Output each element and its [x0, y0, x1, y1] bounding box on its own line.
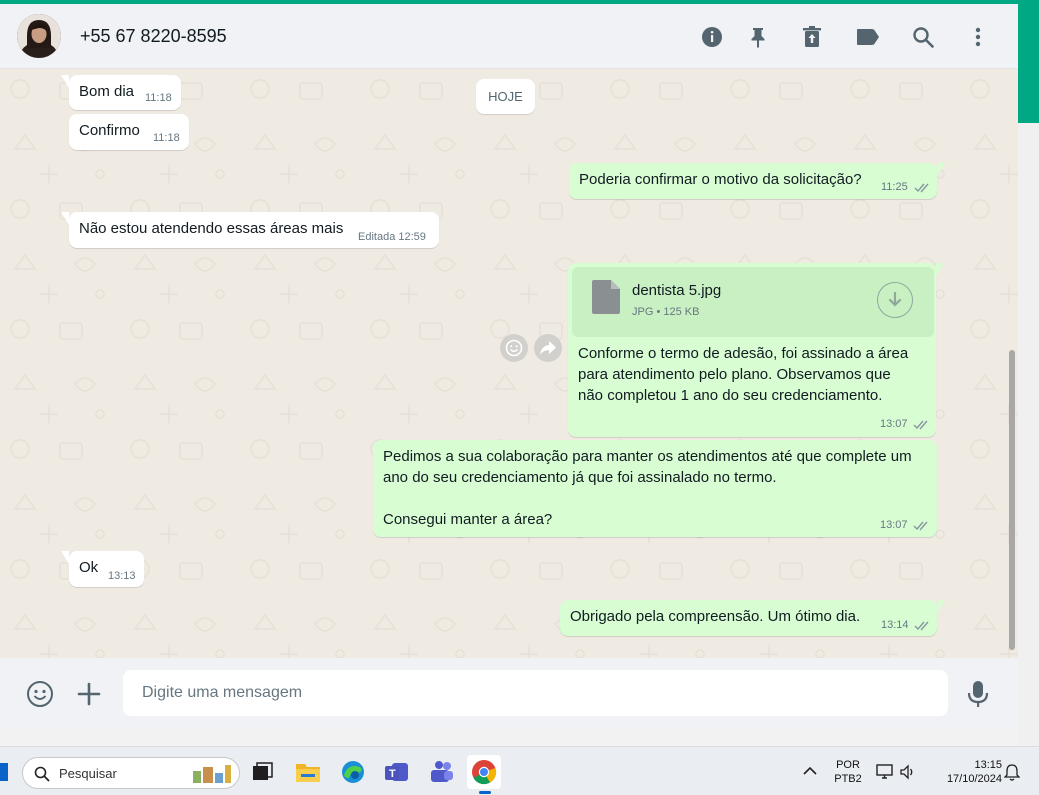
read-ticks-icon — [913, 521, 928, 531]
windows-taskbar: Pesquisar T POR PTB2 13:15 17/10/2024 — [0, 746, 1039, 795]
read-ticks-icon — [914, 621, 929, 631]
file-type: JPG — [632, 306, 654, 318]
plus-icon — [77, 682, 101, 706]
teams-classic-icon[interactable]: T — [380, 755, 414, 789]
message-time: 13:14 — [881, 619, 909, 631]
bubble-tail — [936, 263, 944, 276]
react-button[interactable] — [500, 334, 528, 362]
label-icon[interactable] — [855, 24, 881, 50]
message-time: 12:59 — [398, 231, 426, 243]
file-meta: JPG • 125 KB — [632, 306, 700, 318]
taskbar-search[interactable]: Pesquisar — [22, 757, 240, 789]
message-incoming[interactable]: Confirmo 11:18 — [69, 114, 189, 150]
bubble-tail — [61, 551, 69, 564]
message-text-line: ano do seu credenciamento já que foi ass… — [383, 469, 777, 486]
edited-label: Editada — [358, 231, 396, 243]
keyboard-layout: PTB2 — [834, 773, 862, 785]
download-icon — [888, 291, 902, 307]
message-text-line: Pedimos a sua colaboração para manter os… — [383, 448, 912, 465]
pin-icon[interactable] — [745, 24, 771, 50]
clock-time: 13:15 — [974, 759, 1002, 771]
message-time: 11:25 — [881, 181, 908, 193]
window-accent-bar — [0, 0, 1039, 4]
whatsapp-window: +55 67 8220-8595 HOJE Bom dia 11:18 Conf… — [0, 0, 1018, 728]
search-icon — [34, 766, 50, 782]
clock-date: 17/10/2024 — [946, 773, 1002, 785]
language-indicator[interactable]: POR PTB2 — [832, 758, 864, 786]
task-view-icon[interactable] — [246, 755, 280, 789]
edge-icon[interactable] — [336, 755, 370, 789]
message-text: Obrigado pela compreensão. Um ótimo dia. — [570, 608, 861, 625]
language-code: POR — [836, 759, 860, 771]
search-icon[interactable] — [910, 24, 936, 50]
chrome-icon[interactable] — [467, 755, 501, 794]
background-accent — [1018, 4, 1039, 123]
message-time: 11:18 — [153, 132, 180, 144]
search-label: Pesquisar — [59, 766, 117, 781]
attach-button[interactable] — [77, 682, 101, 711]
info-icon[interactable] — [699, 24, 725, 50]
clock[interactable]: 13:15 17/10/2024 — [930, 758, 1002, 786]
teams-icon[interactable] — [424, 755, 458, 789]
composer-bar — [0, 658, 1018, 728]
svg-text:T: T — [389, 768, 396, 780]
bubble-tail — [937, 163, 945, 176]
volume-icon[interactable] — [900, 764, 916, 780]
delete-icon[interactable] — [799, 24, 825, 50]
message-list[interactable]: HOJE Bom dia 11:18 Confirmo 11:18 Poderi… — [0, 69, 1018, 658]
notification-bell-icon[interactable] — [1004, 764, 1020, 781]
message-time: 13:13 — [108, 570, 136, 582]
bubble-tail — [61, 75, 69, 88]
bubble-tail — [937, 600, 945, 613]
message-input[interactable] — [123, 670, 948, 716]
chat-header: +55 67 8220-8595 — [0, 4, 1018, 69]
voice-message-button[interactable] — [967, 680, 989, 713]
download-button[interactable] — [877, 282, 913, 318]
emoji-icon — [27, 681, 53, 707]
message-text-line: Conforme o termo de adesão, foi assinado… — [578, 345, 909, 362]
message-incoming[interactable]: Ok 13:13 — [61, 551, 144, 587]
forward-icon — [540, 341, 556, 355]
message-text: Confirmo — [79, 122, 140, 139]
message-time: 13:07 — [880, 418, 908, 430]
message-time: 13:07 — [880, 519, 908, 531]
message-text-line: não completou 1 ano do seu credenciament… — [578, 387, 883, 404]
microphone-icon — [967, 681, 989, 707]
file-explorer-icon[interactable] — [291, 755, 325, 789]
menu-icon[interactable] — [965, 24, 991, 50]
message-incoming[interactable]: Não estou atendendo essas áreas mais Edi… — [61, 212, 439, 248]
message-outgoing[interactable]: Poderia confirmar o motivo da solicitaçã… — [569, 163, 945, 199]
search-highlight-icon — [193, 765, 231, 783]
contact-avatar[interactable] — [17, 14, 61, 58]
message-incoming[interactable]: Bom dia 11:18 — [61, 75, 181, 110]
message-outgoing[interactable]: Obrigado pela compreensão. Um ótimo dia.… — [560, 600, 945, 636]
file-attachment[interactable]: dentista 5.jpg JPG • 125 KB — [572, 267, 934, 337]
message-text: Não estou atendendo essas áreas mais — [79, 220, 344, 237]
chat-scrollbar[interactable] — [1009, 350, 1015, 650]
message-outgoing[interactable]: Pedimos a sua colaboração para manter os… — [373, 440, 937, 537]
date-divider: HOJE — [476, 79, 535, 114]
contact-name[interactable]: +55 67 8220-8595 — [80, 26, 227, 47]
message-text-line: Consegui manter a área? — [383, 511, 553, 528]
message-text: Ok — [79, 559, 99, 576]
document-icon — [592, 280, 620, 314]
file-size: 125 KB — [663, 306, 700, 318]
chevron-up-icon[interactable] — [803, 766, 817, 776]
read-ticks-icon — [913, 420, 928, 430]
start-icon[interactable] — [0, 763, 8, 781]
message-text-line: para atendimento pelo plano. Observamos … — [578, 366, 891, 383]
emoji-button[interactable] — [26, 680, 54, 713]
message-outgoing-file[interactable]: dentista 5.jpg JPG • 125 KB Conforme o t… — [568, 263, 944, 437]
message-text: Poderia confirmar o motivo da solicitaçã… — [579, 171, 862, 188]
file-name: dentista 5.jpg — [632, 282, 722, 299]
read-ticks-icon — [914, 183, 929, 193]
message-text: Bom dia — [79, 83, 135, 100]
message-time: 11:18 — [145, 92, 172, 104]
message-edited-time: Editada 12:59 — [358, 231, 426, 243]
forward-button[interactable] — [534, 334, 562, 362]
bubble-tail — [61, 212, 69, 225]
active-app-indicator — [479, 791, 491, 794]
emoji-icon — [505, 339, 523, 357]
network-icon[interactable] — [876, 764, 894, 780]
